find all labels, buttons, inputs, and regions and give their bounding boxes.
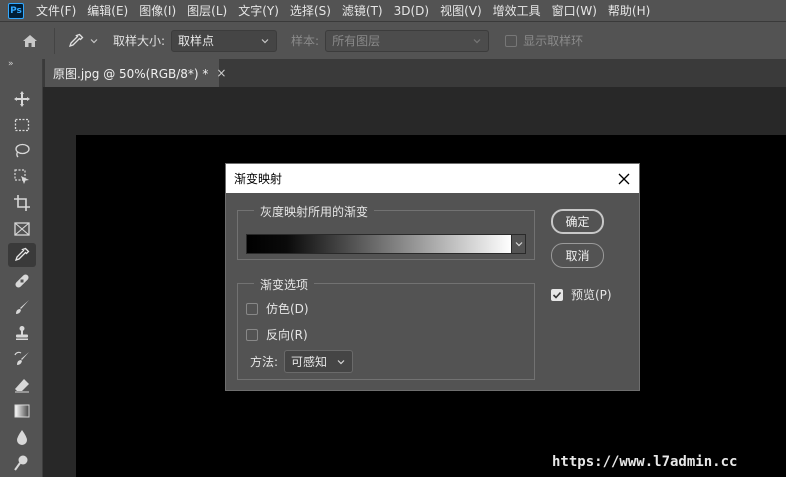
method-label: 方法: [250,355,279,369]
sample-size-select[interactable]: 取样点 [171,29,278,52]
rectangular-marquee-icon [14,118,30,132]
stamp-icon [16,326,28,340]
crop-icon [14,195,30,211]
menu-filter[interactable]: 滤镜(T) [342,2,383,19]
eyedropper-icon [14,247,30,262]
menu-help[interactable]: 帮助(H) [608,2,650,19]
gradient-preview[interactable] [247,235,511,253]
dialog-close-button[interactable] [617,172,631,186]
chevron-down-icon [473,38,481,43]
gradient-options-label: 渐变选项 [254,276,315,293]
method-select[interactable]: 可感知 [284,350,354,373]
home-button[interactable] [14,26,46,56]
home-icon [23,34,37,47]
marquee-tool[interactable] [8,113,36,137]
eyedropper-tool[interactable] [8,243,36,267]
sample-size-value: 取样点 [178,34,215,48]
reverse-checkbox[interactable] [246,328,258,341]
move-tool[interactable] [8,87,36,111]
dialog-title-bar: 渐变映射 [226,164,639,193]
sample-label: 样本: [291,34,320,48]
options-bar: 取样大小: 取样点 样本: 所有图层 显示取样环 [0,21,786,59]
ok-button[interactable]: 确定 [551,209,604,234]
sample-select[interactable]: 所有图层 [325,29,490,52]
tools-panel: » [0,59,43,477]
method-row: 方法: 可感知 [250,350,354,373]
photoshop-logo-icon: Ps [8,2,24,19]
preview-checkbox[interactable] [551,288,563,301]
menu-window[interactable]: 窗口(W) [552,2,597,19]
object-selection-tool[interactable] [8,165,36,189]
watermark-text: https://www.l7admin.cc [552,454,738,470]
reverse-label: 反向(R) [266,328,308,342]
options-divider [54,27,55,54]
frame-icon [14,222,30,236]
frame-tool[interactable] [8,217,36,241]
clone-stamp-tool[interactable] [8,321,36,345]
document-tab-title: 原图.jpg @ 50%(RGB/8*) * [53,66,209,81]
reverse-option[interactable]: 反向(R) [246,326,308,343]
gradient-options-group: 渐变选项 仿色(D) 反向(R) 方法: 可感知 [237,276,535,380]
brush-tool[interactable] [8,295,36,319]
document-tab[interactable]: 原图.jpg @ 50%(RGB/8*) * × [45,59,226,87]
brush-icon [16,300,29,314]
method-value: 可感知 [291,355,328,369]
menu-plugins[interactable]: 增效工具 [493,2,541,19]
menu-image[interactable]: 图像(I) [139,2,176,19]
gradient-group: 灰度映射所用的渐变 [237,203,535,260]
dither-option[interactable]: 仿色(D) [246,300,309,317]
close-tab-icon[interactable]: × [216,66,226,80]
eraser-icon [15,379,29,393]
tool-preset-picker[interactable] [67,32,99,50]
dither-checkbox[interactable] [246,302,258,315]
lasso-icon [15,143,30,158]
crop-tool[interactable] [8,191,36,215]
menu-bar: Ps 文件(F) 编辑(E) 图像(I) 图层(L) 文字(Y) 选择(S) 滤… [0,0,786,21]
chevron-down-icon [337,359,345,364]
sample-value: 所有图层 [332,34,381,48]
chevron-down-icon [261,38,269,43]
menu-edit[interactable]: 编辑(E) [87,2,128,19]
menu-layer[interactable]: 图层(L) [187,2,227,19]
menu-view[interactable]: 视图(V) [440,2,482,19]
checkmark-icon [552,291,562,299]
eraser-tool[interactable] [8,373,36,397]
cancel-button[interactable]: 取消 [551,243,604,268]
sample-size-label: 取样大小: [113,34,166,48]
menu-3d[interactable]: 3D(D) [394,4,429,18]
dodge-icon [14,455,28,471]
lasso-tool[interactable] [8,139,36,163]
gradient-picker[interactable] [246,234,526,254]
history-brush-icon [14,351,29,365]
preview-label: 预览(P) [571,288,612,302]
close-icon [618,173,630,184]
blur-tool[interactable] [8,425,36,449]
menu-type[interactable]: 文字(Y) [238,2,279,19]
eyedropper-icon [68,33,84,47]
menu-file[interactable]: 文件(F) [36,2,76,19]
droplet-icon [17,430,27,445]
dodge-tool[interactable] [8,451,36,475]
dialog-title: 渐变映射 [234,172,283,186]
gradient-group-label: 灰度映射所用的渐变 [254,203,375,220]
bandage-icon [15,274,29,288]
chevron-down-icon [90,38,98,43]
spot-healing-tool[interactable] [8,269,36,293]
menu-select[interactable]: 选择(S) [290,2,331,19]
move-icon [14,91,30,107]
preview-option[interactable]: 预览(P) [551,286,612,303]
chevron-down-icon [515,242,522,247]
gradient-tool[interactable] [8,399,36,423]
gradient-map-dialog: 渐变映射 灰度映射所用的渐变 渐变选项 仿色(D) 反向(R) 方法: 可感知 [225,163,640,391]
dither-label: 仿色(D) [266,302,309,316]
document-tab-bar: 原图.jpg @ 50%(RGB/8*) * × [43,59,786,87]
object-selection-icon [14,169,29,184]
history-brush-tool[interactable] [8,347,36,371]
gradient-icon [14,404,30,418]
gradient-dropdown-button[interactable] [511,235,525,253]
show-sampling-ring-checkbox[interactable] [505,34,518,47]
show-sampling-ring-label: 显示取样环 [523,34,584,48]
collapse-panel-button[interactable]: » [0,59,42,69]
